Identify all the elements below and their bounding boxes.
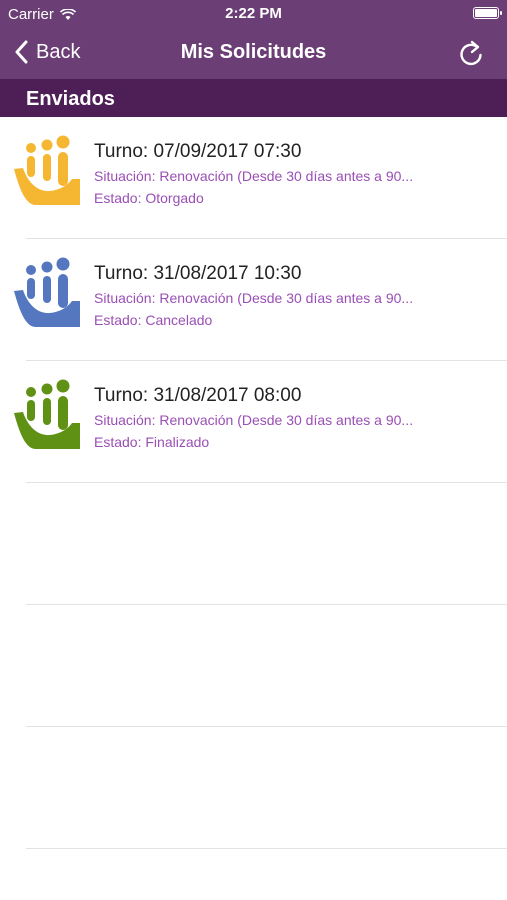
list-item[interactable]: Turno: 31/08/2017 10:30 Situación: Renov…	[0, 239, 507, 361]
battery-icon	[473, 7, 502, 19]
item-turno: Turno: 31/08/2017 10:30	[94, 263, 302, 284]
item-estado: Estado: Finalizado	[94, 434, 210, 450]
item-situacion: Situación: Renovación (Desde 30 días ant…	[94, 412, 414, 428]
status-bar: Carrier 2:22 PM	[0, 0, 507, 28]
refresh-icon[interactable]	[457, 40, 485, 68]
list-item[interactable]: Turno: 07/09/2017 07:30 Situación: Renov…	[0, 117, 507, 239]
navigation-bar: Back Mis Solicitudes	[0, 28, 507, 79]
item-turno: Turno: 07/09/2017 07:30	[94, 141, 302, 162]
item-estado: Estado: Otorgado	[94, 190, 204, 206]
page-title: Mis Solicitudes	[180, 41, 327, 63]
row-divider	[26, 848, 507, 849]
empty-row	[0, 483, 507, 605]
item-turno: Turno: 31/08/2017 08:00	[94, 385, 302, 406]
section-header: Enviados	[0, 79, 507, 117]
item-situacion: Situación: Renovación (Desde 30 días ant…	[94, 168, 414, 184]
app-logo-icon	[14, 135, 80, 205]
empty-row	[0, 605, 507, 727]
item-estado: Estado: Cancelado	[94, 312, 213, 328]
app-logo-icon	[14, 379, 80, 449]
empty-row	[0, 727, 507, 849]
item-situacion: Situación: Renovación (Desde 30 días ant…	[94, 290, 414, 306]
app-logo-icon	[14, 257, 80, 327]
list-item[interactable]: Turno: 31/08/2017 08:00 Situación: Renov…	[0, 361, 507, 483]
status-time: 2:22 PM	[225, 5, 282, 22]
section-title: Enviados	[26, 88, 115, 110]
requests-list: Turno: 07/09/2017 07:30 Situación: Renov…	[0, 117, 507, 849]
